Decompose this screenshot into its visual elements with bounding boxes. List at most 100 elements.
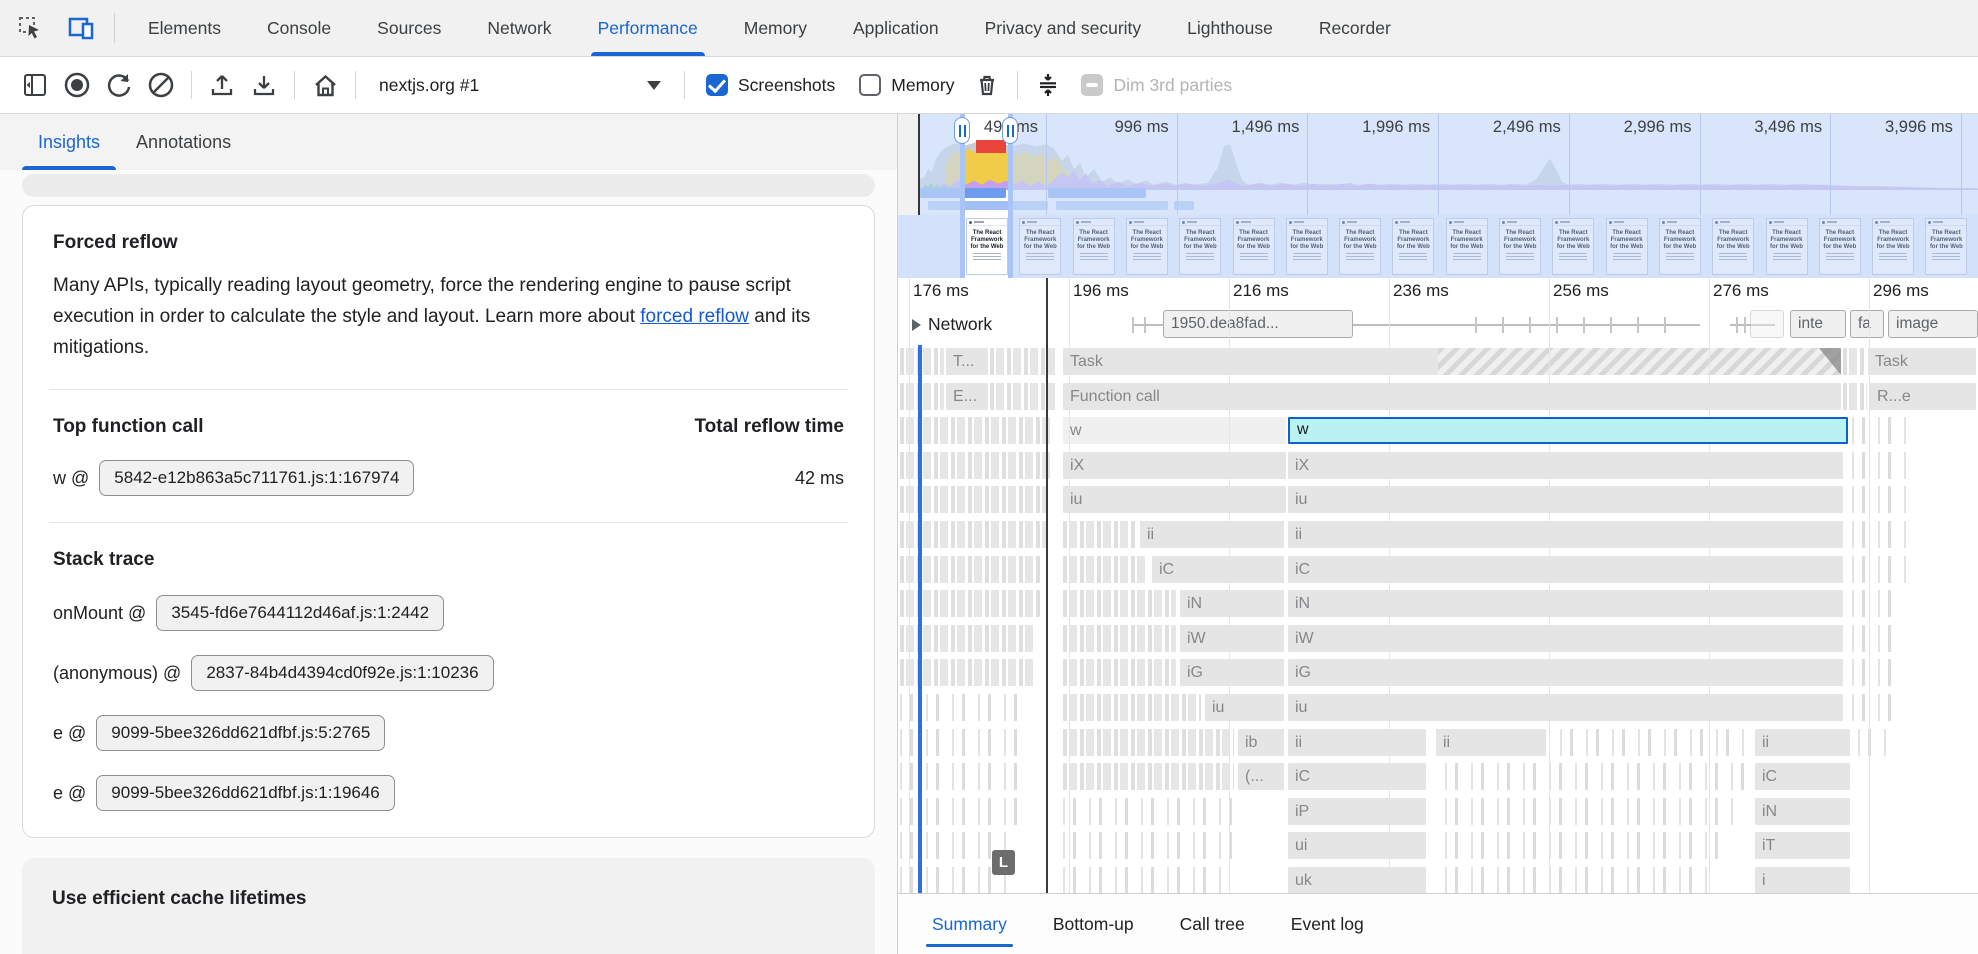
flame-bar[interactable]: iX: [1063, 452, 1286, 479]
network-request[interactable]: inte: [1790, 310, 1846, 338]
flame-bar[interactable]: [1063, 659, 1176, 686]
flame-bar[interactable]: iC: [1152, 556, 1284, 583]
screenshots-checkbox[interactable]: Screenshots: [706, 74, 835, 96]
memory-checkbox[interactable]: Memory: [859, 74, 954, 96]
upload-profile-icon[interactable]: [201, 64, 243, 106]
flame-bar[interactable]: [900, 383, 944, 410]
flame-bar[interactable]: [1063, 763, 1234, 790]
flame-bar[interactable]: [1852, 659, 1896, 686]
flame-bar[interactable]: iC: [1288, 763, 1426, 790]
flame-bar[interactable]: [1560, 729, 1745, 756]
filmstrip-screenshot[interactable]: The React Framework for the Web: [1819, 218, 1861, 275]
tab-lighthouse[interactable]: Lighthouse: [1164, 0, 1296, 56]
filmstrip-screenshot[interactable]: The React Framework for the Web: [1446, 218, 1488, 275]
flame-bar[interactable]: iN: [1180, 590, 1284, 617]
filmstrip-screenshot[interactable]: The React Framework for the Web: [1606, 218, 1648, 275]
filmstrip-screenshot[interactable]: The React Framework for the Web: [966, 218, 1008, 275]
source-location-link[interactable]: 9099-5bee326dd621dfbf.js:5:2765: [96, 715, 385, 751]
flame-bar[interactable]: iC: [1755, 763, 1850, 790]
source-location-link[interactable]: 3545-fd6e7644112d46af.js:1:2442: [156, 595, 444, 631]
previous-insight-card[interactable]: [22, 174, 875, 197]
tab-call-tree[interactable]: Call tree: [1164, 894, 1261, 954]
flame-bar[interactable]: [1063, 867, 1223, 893]
flame-bar[interactable]: [1063, 694, 1201, 721]
filmstrip-screenshot[interactable]: The React Framework for the Web: [1659, 218, 1701, 275]
tab-sources[interactable]: Sources: [354, 0, 464, 56]
flame-bar[interactable]: iu: [1288, 694, 1843, 721]
filmstrip-screenshot[interactable]: The React Framework for the Web: [1712, 218, 1754, 275]
source-location-link[interactable]: 2837-84b4d4394cd0f92e.js:1:10236: [191, 655, 493, 691]
source-location-link[interactable]: 9099-5bee326dd621dfbf.js:1:19646: [96, 775, 394, 811]
network-request[interactable]: image: [1888, 310, 1978, 338]
flame-bar-selected[interactable]: w: [1288, 417, 1848, 444]
tab-network[interactable]: Network: [464, 0, 574, 56]
source-location-link[interactable]: 5842-e12b863a5c711761.js:1:167974: [99, 460, 414, 496]
flame-bar[interactable]: R...e: [1870, 383, 1976, 410]
filmstrip-screenshot[interactable]: The React Framework for the Web: [1126, 218, 1168, 275]
clear-icon[interactable]: [140, 64, 182, 106]
filmstrip-screenshot[interactable]: The React Framework for the Web: [1392, 218, 1434, 275]
flame-bar[interactable]: [1063, 521, 1136, 548]
filmstrip-screenshot[interactable]: The React Framework for the Web: [1766, 218, 1808, 275]
collect-garbage-icon[interactable]: [966, 64, 1008, 106]
flame-bar[interactable]: [990, 348, 1058, 375]
flame-bar[interactable]: iu: [1205, 694, 1284, 721]
flame-bar[interactable]: ib: [1238, 729, 1284, 756]
flame-bar[interactable]: [1843, 383, 1867, 410]
flame-bar[interactable]: [900, 417, 1050, 444]
flame-bar[interactable]: iu: [1063, 486, 1286, 513]
flame-bar[interactable]: T...: [946, 348, 988, 375]
flame-bar[interactable]: ii: [1288, 521, 1843, 548]
tab-annotations[interactable]: Annotations: [118, 114, 249, 170]
flame-bar[interactable]: Function call: [1063, 383, 1841, 410]
flame-chart[interactable]: 176 ms196 ms216 ms236 ms256 ms276 ms296 …: [898, 278, 1978, 893]
filmstrip-screenshot[interactable]: The React Framework for the Web: [1499, 218, 1541, 275]
network-track-header[interactable]: Network: [912, 314, 992, 335]
flame-bar[interactable]: [1858, 729, 1888, 756]
tab-bottom-up[interactable]: Bottom-up: [1037, 894, 1150, 954]
cache-lifetimes-card[interactable]: Use efficient cache lifetimes: [22, 858, 875, 954]
flame-bar[interactable]: iC: [1288, 556, 1843, 583]
tab-privacy-and-security[interactable]: Privacy and security: [962, 0, 1165, 56]
flame-bar[interactable]: ii: [1288, 729, 1426, 756]
flame-bar[interactable]: [1063, 556, 1148, 583]
flame-bar[interactable]: [1445, 832, 1725, 859]
flame-bar[interactable]: (...: [1238, 763, 1284, 790]
flame-bar[interactable]: [1852, 521, 1908, 548]
tab-elements[interactable]: Elements: [125, 0, 244, 56]
drag-grip-icon[interactable]: [954, 117, 970, 144]
flame-bar[interactable]: [1852, 452, 1912, 479]
flame-bar[interactable]: [1852, 625, 1902, 652]
network-request[interactable]: fa: [1850, 310, 1884, 338]
filmstrip-screenshot[interactable]: The React Framework for the Web: [1179, 218, 1221, 275]
tab-memory[interactable]: Memory: [721, 0, 830, 56]
flame-bar[interactable]: [1852, 556, 1908, 583]
flame-bar[interactable]: [1852, 694, 1892, 721]
filmstrip-screenshot[interactable]: The React Framework for the Web: [1286, 218, 1328, 275]
flame-bar[interactable]: [1063, 832, 1234, 859]
flame-bar[interactable]: uk: [1288, 867, 1426, 893]
tab-insights[interactable]: Insights: [20, 114, 118, 170]
network-request[interactable]: [1750, 310, 1784, 338]
flame-bar[interactable]: iP: [1288, 798, 1426, 825]
flame-bar[interactable]: [900, 348, 944, 375]
flame-bar[interactable]: [1843, 348, 1865, 375]
history-select[interactable]: nextjs.org #1: [365, 64, 675, 106]
flame-bar[interactable]: [900, 452, 1050, 479]
flame-bar[interactable]: [1063, 590, 1176, 617]
insights-scroll-area[interactable]: Forced reflow Many APIs, typically readi…: [0, 170, 897, 954]
flame-bar[interactable]: [1852, 486, 1912, 513]
filmstrip-screenshot[interactable]: The React Framework for the Web: [1233, 218, 1275, 275]
flame-bar[interactable]: iN: [1755, 798, 1850, 825]
record-and-reload-icon[interactable]: [98, 64, 140, 106]
flame-bar[interactable]: iN: [1288, 590, 1843, 617]
flame-bar[interactable]: E...: [946, 383, 988, 410]
inspect-element-icon[interactable]: [8, 8, 52, 48]
flame-bar[interactable]: [1445, 867, 1715, 893]
flame-bar[interactable]: Task: [1868, 348, 1976, 375]
flame-bar[interactable]: [990, 383, 1058, 410]
download-profile-icon[interactable]: [243, 64, 285, 106]
filmstrip-screenshot[interactable]: The React Framework for the Web: [1339, 218, 1381, 275]
fit-to-window-icon[interactable]: [1027, 64, 1069, 106]
tab-performance[interactable]: Performance: [575, 0, 721, 56]
